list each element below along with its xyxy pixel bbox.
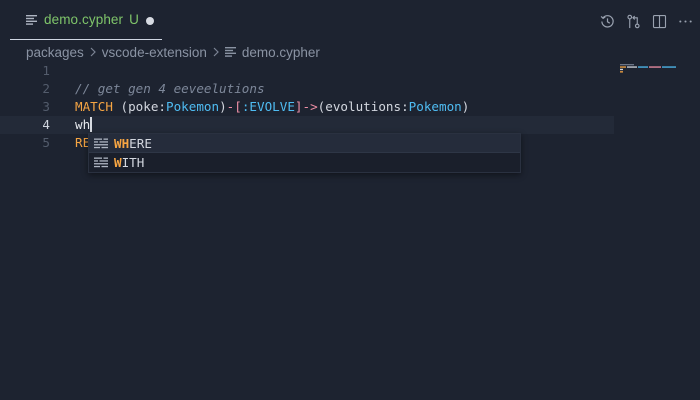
line-number: 4 (42, 117, 50, 132)
operator-token: ]-> (294, 99, 318, 114)
editor-window: demo.cypher U packages vscode-extension … (0, 0, 700, 400)
unsaved-dot-icon[interactable] (146, 17, 154, 25)
tab-demo-cypher[interactable]: demo.cypher U (10, 0, 162, 40)
text-cursor (90, 117, 92, 132)
label-token: Pokemon (166, 99, 220, 114)
chevron-right-icon (213, 47, 219, 57)
operator-token: -[ (226, 99, 242, 114)
file-text-icon (224, 47, 236, 57)
code-text[interactable]: wh (75, 116, 92, 134)
keyword-icon (94, 138, 108, 148)
suggestion-match: WH (114, 135, 130, 151)
code-line-4: 4 wh (0, 116, 614, 134)
paren-token: ) (219, 99, 227, 114)
code-editor[interactable]: 1 2 // get gen 4 eeveelutions 3 MATCH (p… (0, 62, 700, 400)
breadcrumb: packages vscode-extension demo.cypher (26, 42, 320, 62)
minimap[interactable] (620, 63, 680, 75)
relationship-token: :EVOLVE (241, 99, 295, 114)
tab-label: demo.cypher (44, 12, 124, 27)
suggestion-rest: ITH (121, 155, 145, 170)
more-actions-icon[interactable] (677, 13, 694, 30)
keyword-icon (94, 157, 108, 168)
git-status-badge: U (129, 12, 139, 27)
typed-token: wh (75, 117, 91, 132)
variable-token: (evolutions: (317, 99, 409, 114)
breadcrumb-vscode-extension[interactable]: vscode-extension (102, 45, 207, 60)
paren-token: ) (461, 99, 470, 114)
suggest-widget: WH ERE W ITH (88, 133, 521, 173)
code-line-3: 3 MATCH (poke:Pokemon)-[:EVOLVE]->(evolu… (0, 98, 614, 116)
code-line-2: 2 // get gen 4 eeveelutions (0, 80, 614, 98)
line-number: 3 (42, 99, 50, 114)
suggestion-rest: ERE (129, 135, 152, 151)
timeline-history-icon[interactable] (599, 13, 616, 30)
label-token: Pokemon (408, 99, 462, 114)
code-text[interactable]: // get gen 4 eeveelutions (75, 80, 265, 98)
variable-token: (poke: (112, 99, 167, 114)
comment-token: // get gen 4 eeveelutions (75, 81, 265, 96)
keyword-token: MATCH (75, 99, 113, 114)
code-text[interactable]: MATCH (poke:Pokemon)-[:EVOLVE]->(evoluti… (75, 98, 469, 116)
suggestion-match: W (114, 155, 122, 170)
line-number: 1 (42, 63, 50, 78)
open-changes-icon[interactable] (625, 13, 642, 30)
file-text-icon (26, 14, 37, 25)
suggestion-item-with[interactable]: W ITH (89, 153, 520, 172)
tab-bar: demo.cypher U (0, 0, 700, 40)
split-editor-icon[interactable] (651, 13, 668, 30)
chevron-right-icon (90, 47, 96, 57)
code-line-1: 1 (0, 62, 614, 80)
breadcrumb-packages[interactable]: packages (26, 45, 84, 60)
suggestion-item-where[interactable]: WH ERE (89, 134, 520, 153)
line-number: 5 (42, 135, 50, 150)
editor-actions (599, 12, 694, 30)
breadcrumb-file[interactable]: demo.cypher (242, 45, 320, 60)
line-number: 2 (42, 81, 50, 96)
